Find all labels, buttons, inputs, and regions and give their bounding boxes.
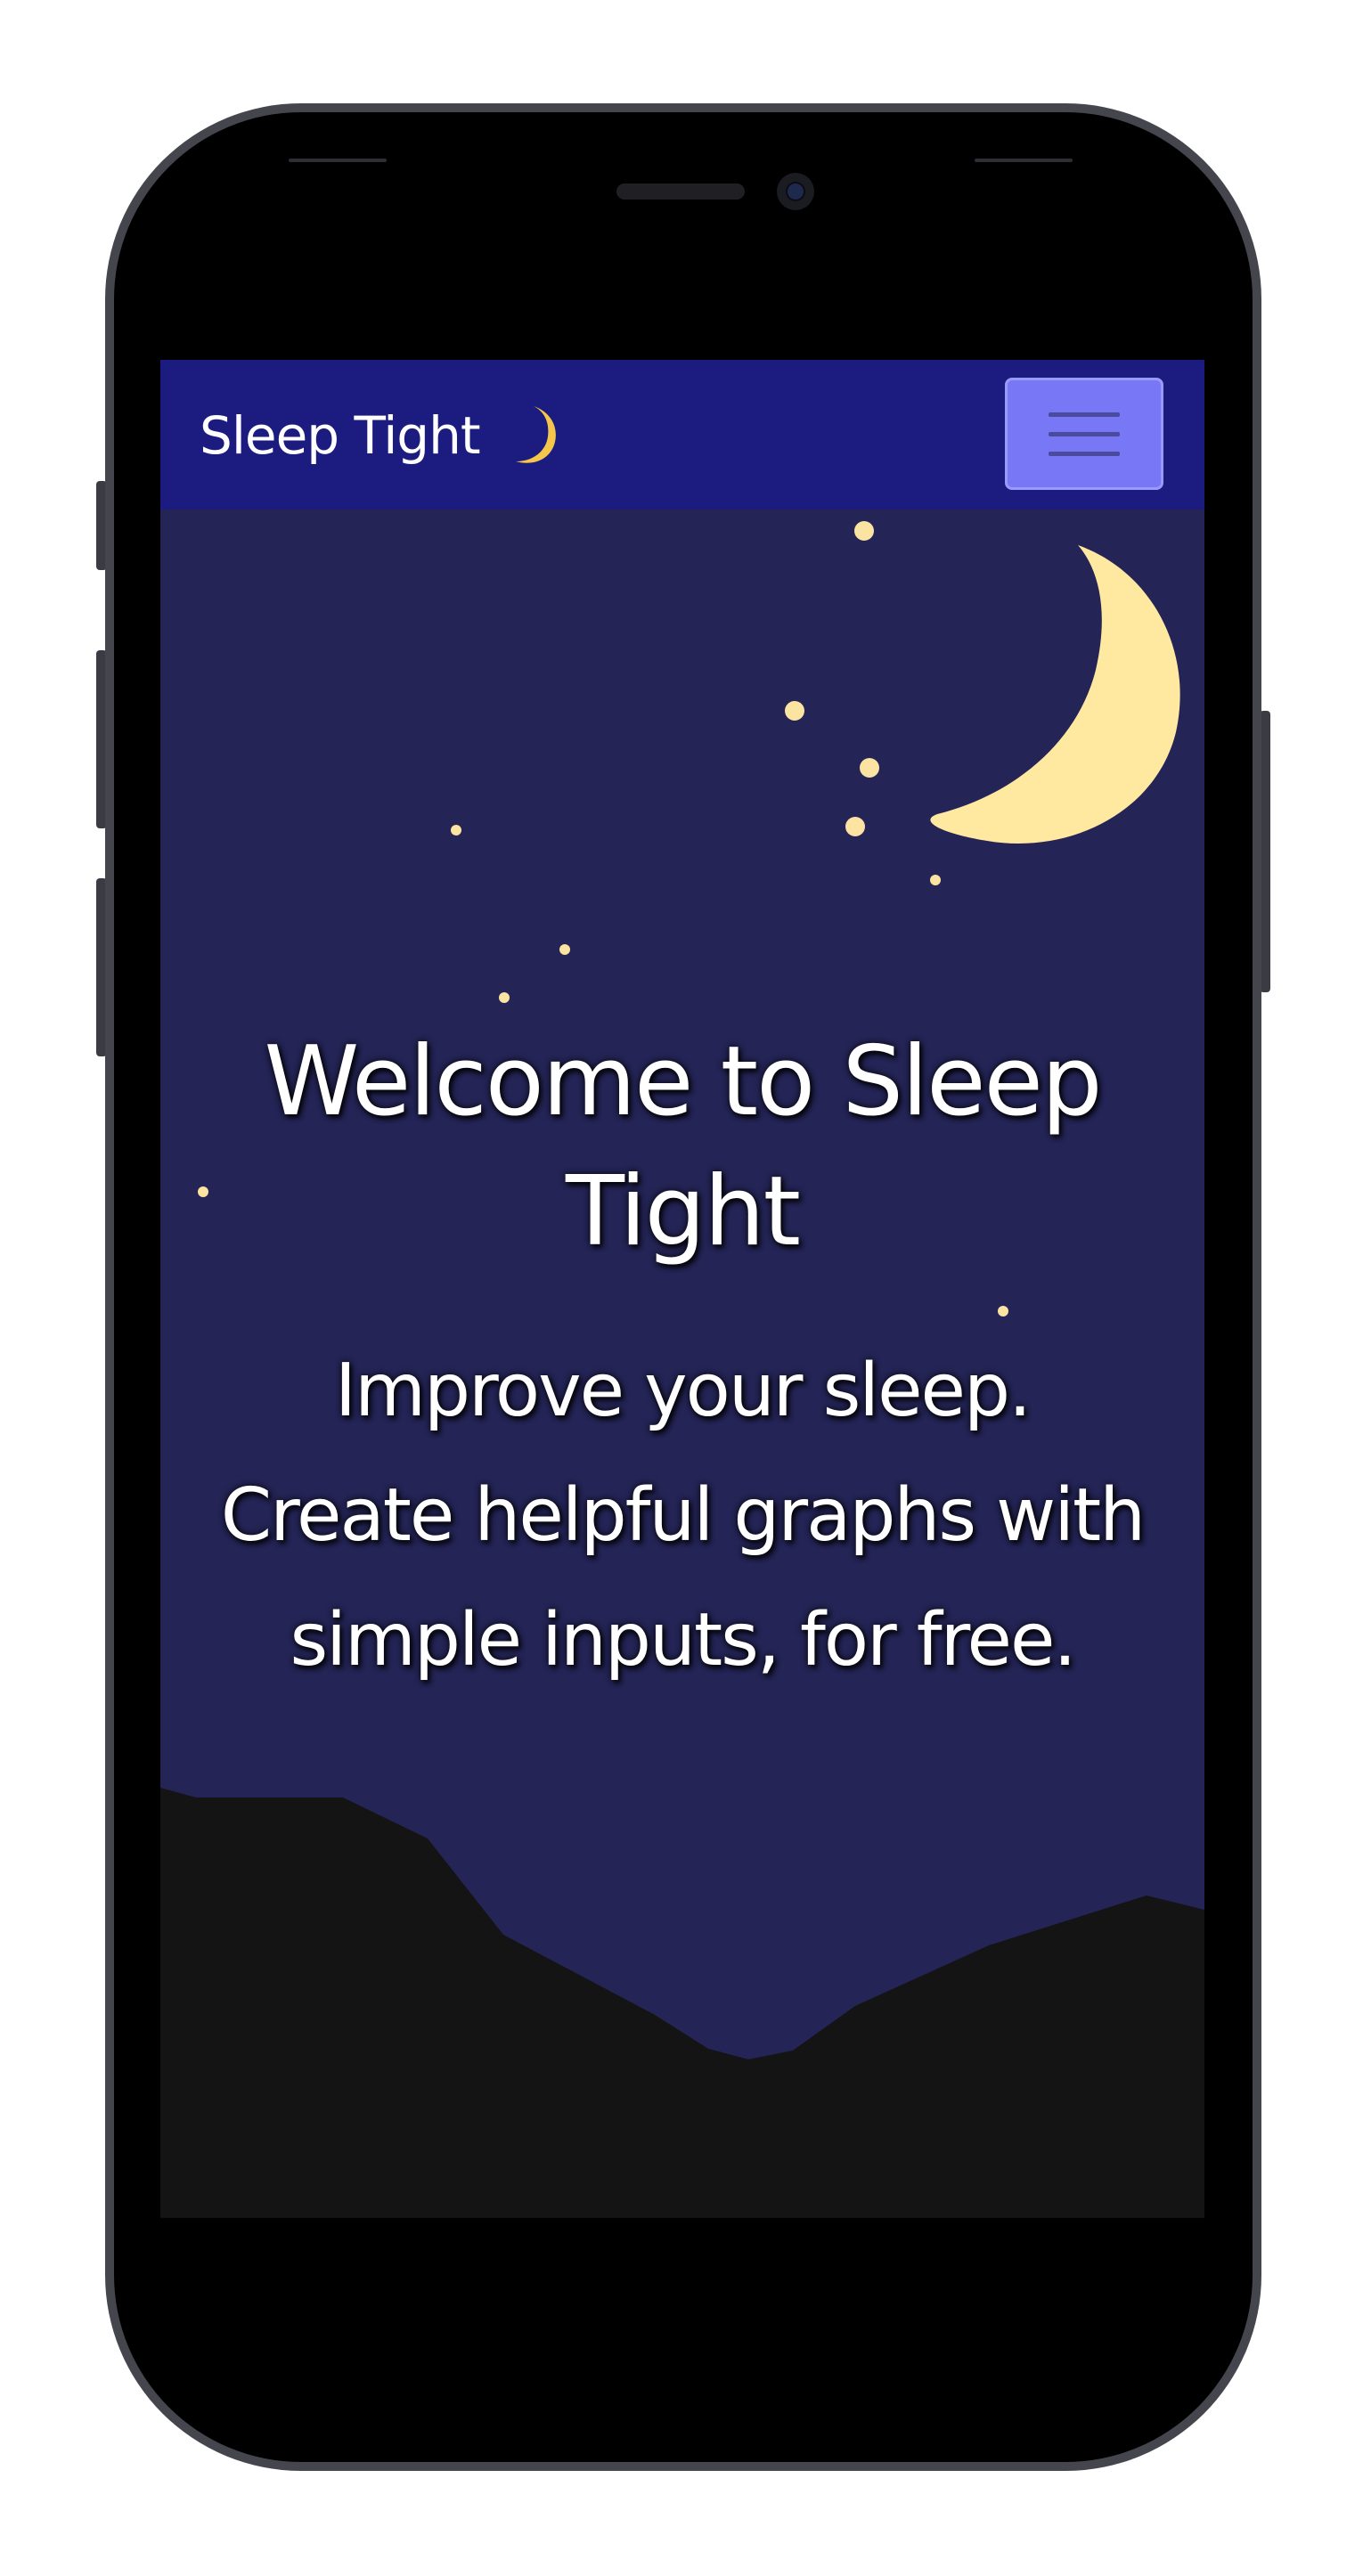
brand-link[interactable]: Sleep Tight [200, 395, 566, 476]
crescent-moon-icon [503, 403, 566, 469]
navbar: Sleep Tight [160, 360, 1204, 509]
hero-title: Welcome to Sleep Tight [264, 1026, 1102, 1268]
screen: Sleep Tight Welcome to Sleep Tight Impro… [160, 360, 1204, 2218]
antenna-band-left [289, 159, 387, 162]
hero-subtitle: Improve your sleep. Create helpful graph… [220, 1349, 1146, 1683]
front-camera [777, 173, 814, 210]
star [499, 992, 510, 1003]
star [998, 1306, 1008, 1317]
star [854, 521, 874, 541]
antenna-band-right [975, 159, 1073, 162]
brand-text: Sleep Tight [200, 405, 481, 466]
stage: Sleep Tight Welcome to Sleep Tight Impro… [0, 0, 1363, 2576]
star [559, 944, 570, 955]
hamburger-menu-button[interactable] [1005, 378, 1163, 490]
earpiece-speaker [616, 183, 745, 200]
star [451, 825, 461, 836]
star [930, 875, 941, 885]
star [860, 758, 879, 778]
mountains-silhouette [160, 1788, 1204, 2218]
star [785, 701, 804, 721]
hero-section: Welcome to Sleep Tight Improve your slee… [160, 509, 1204, 2218]
star [845, 817, 865, 836]
crescent-moon [930, 545, 1180, 844]
